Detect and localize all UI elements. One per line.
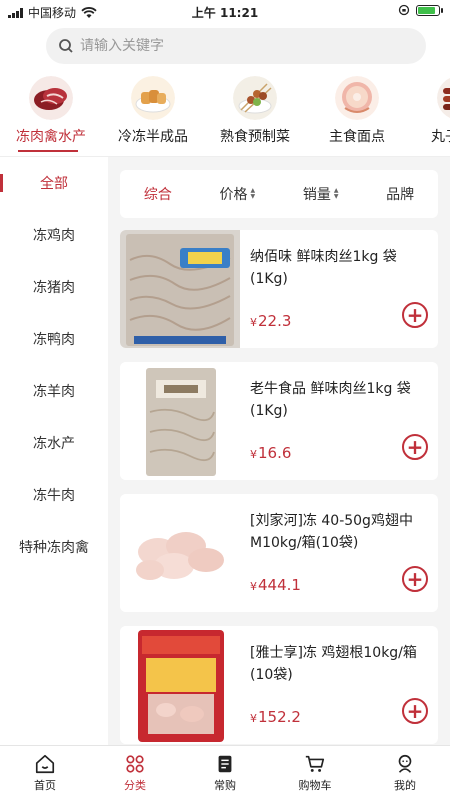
category-tab-frozen-semi[interactable]: 冷冻半成品: [102, 72, 204, 156]
sort-label: 销量: [302, 187, 331, 203]
sort-label: 价格: [219, 187, 248, 203]
product-image: [120, 230, 240, 348]
product-name: 老牛食品 鲜味肉丝1kg 袋(1Kg): [250, 381, 411, 419]
category-label: 丸子肠串: [431, 129, 450, 145]
tab-cart[interactable]: 购物车: [280, 746, 350, 800]
tab-mine[interactable]: 我的: [370, 746, 440, 800]
sort-brand[interactable]: 品牌: [386, 184, 414, 204]
category-label: 熟食预制菜: [220, 129, 290, 145]
tab-label: 首页: [34, 779, 56, 792]
plus-icon: +: [406, 303, 424, 327]
product-card[interactable]: [雅士享]冻 鸡翅根10kg/箱(10袋) ¥152.2 +: [120, 626, 438, 744]
price-value: 444.1: [258, 576, 301, 594]
document-icon: [218, 755, 232, 773]
sort-arrows-icon: ▲ ▼: [250, 187, 256, 200]
sidebar-item-frozen-chicken[interactable]: 冻鸡肉: [0, 209, 108, 261]
category-label: 主食面点: [329, 129, 385, 145]
product-price: ¥152.2: [250, 708, 301, 726]
home-icon: [35, 754, 55, 774]
bottom-tab-bar: 首页 分类 常购 购物车 我的: [0, 745, 450, 800]
status-time: 上午 11:21: [191, 6, 259, 20]
product-name: [刘家河]冻 40-50g鸡翅中M10kg/箱(10袋): [250, 513, 413, 551]
sausage-skewer-icon: [437, 76, 450, 120]
product-price: ¥444.1: [250, 576, 301, 594]
status-bar: 中国移动 上午 11:21: [0, 0, 450, 22]
plus-icon: +: [406, 567, 424, 591]
product-card[interactable]: [刘家河]冻 40-50g鸡翅中M10kg/箱(10袋) ¥444.1 +: [120, 494, 438, 612]
currency-symbol: ¥: [250, 580, 257, 593]
sort-label: 综合: [143, 187, 172, 203]
category-label: 冻肉禽水产: [16, 129, 86, 145]
currency-symbol: ¥: [250, 316, 257, 329]
sidebar-item-frozen-pork[interactable]: 冻猪肉: [0, 261, 108, 313]
search-bar[interactable]: [46, 28, 426, 64]
product-name: 纳佰味 鲜味肉丝1kg 袋(1Kg): [250, 249, 397, 287]
orientation-lock-icon: [398, 4, 410, 16]
search-icon: [59, 39, 73, 53]
sidebar-item-frozen-beef[interactable]: 冻牛肉: [0, 469, 108, 521]
sort-label: 品牌: [386, 187, 415, 203]
active-tab-indicator: [18, 150, 78, 152]
sort-arrows-icon: ▲ ▼: [333, 187, 339, 200]
tab-category[interactable]: 分类: [100, 746, 170, 800]
sidebar: 全部 冻鸡肉 冻猪肉 冻鸭肉 冻羊肉 冻水产 冻牛肉 特种冻肉禽: [0, 157, 108, 745]
sort-bar: 综合 价格 ▲ ▼ 销量 ▲ ▼ 品牌: [120, 170, 438, 218]
plus-icon: +: [406, 435, 424, 459]
tab-home[interactable]: 首页: [10, 746, 80, 800]
sidebar-item-special-poultry[interactable]: 特种冻肉禽: [0, 521, 108, 573]
sort-sales[interactable]: 销量 ▲ ▼: [303, 184, 339, 204]
product-name: [雅士享]冻 鸡翅根10kg/箱(10袋): [250, 645, 417, 683]
sort-comprehensive[interactable]: 综合: [144, 184, 172, 204]
skewers-icon: [233, 76, 277, 120]
product-image: [120, 362, 240, 480]
fried-food-icon: [131, 76, 175, 120]
category-grid-icon: [126, 755, 144, 773]
sidebar-item-frozen-duck[interactable]: 冻鸭肉: [0, 313, 108, 365]
tab-label: 我的: [394, 779, 416, 792]
shopping-cart-icon: [305, 755, 325, 772]
sort-price[interactable]: 价格 ▲ ▼: [220, 184, 256, 204]
product-list: 综合 价格 ▲ ▼ 销量 ▲ ▼ 品牌 纳佰味 鲜味肉丝1kg 袋(1Kg) ¥22.3…: [108, 157, 450, 745]
category-tab-staple[interactable]: 主食面点: [306, 72, 408, 156]
tab-label: 分类: [124, 779, 146, 792]
currency-symbol: ¥: [250, 448, 257, 461]
sidebar-item-all[interactable]: 全部: [0, 157, 108, 209]
tab-frequent[interactable]: 常购: [190, 746, 260, 800]
category-tab-frozen-meat[interactable]: 冻肉禽水产: [0, 72, 102, 156]
category-tab-meatball[interactable]: 丸子肠串: [408, 72, 450, 156]
category-tabs: 冻肉禽水产 冷冻半成品 熟食预制菜 主食面点 丸子肠串: [0, 72, 450, 156]
battery-icon: [416, 4, 443, 16]
user-profile-icon: [398, 754, 412, 773]
product-image: [120, 626, 240, 744]
product-card[interactable]: 老牛食品 鲜味肉丝1kg 袋(1Kg) ¥16.6 +: [120, 362, 438, 480]
sidebar-item-frozen-seafood[interactable]: 冻水产: [0, 417, 108, 469]
currency-symbol: ¥: [250, 712, 257, 725]
donut-icon: [335, 76, 379, 120]
tab-label: 购物车: [298, 779, 332, 792]
add-to-cart-button[interactable]: +: [402, 434, 428, 460]
add-to-cart-button[interactable]: +: [402, 566, 428, 592]
tab-label: 常购: [214, 779, 236, 792]
plus-icon: +: [406, 699, 424, 723]
price-value: 152.2: [258, 708, 301, 726]
price-value: 16.6: [258, 444, 292, 462]
add-to-cart-button[interactable]: +: [402, 302, 428, 328]
add-to-cart-button[interactable]: +: [402, 698, 428, 724]
product-price: ¥16.6: [250, 444, 291, 462]
product-image: [120, 494, 240, 612]
product-card[interactable]: 纳佰味 鲜味肉丝1kg 袋(1Kg) ¥22.3 +: [120, 230, 438, 348]
raw-meat-icon: [29, 76, 73, 120]
category-label: 冷冻半成品: [118, 129, 188, 145]
price-value: 22.3: [258, 312, 292, 330]
app-screen: 中国移动 上午 11:21 冻肉禽水产 冷冻半成品: [0, 0, 450, 800]
sidebar-item-frozen-lamb[interactable]: 冻羊肉: [0, 365, 108, 417]
search-input[interactable]: [80, 38, 380, 54]
category-tab-deli[interactable]: 熟食预制菜: [204, 72, 306, 156]
product-price: ¥22.3: [250, 312, 291, 330]
